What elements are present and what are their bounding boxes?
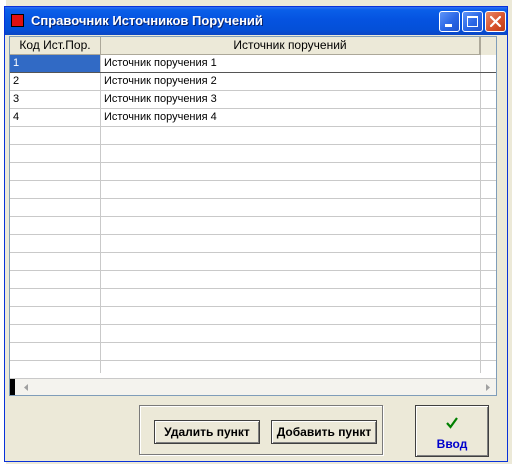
empty-row[interactable] [10,217,496,235]
empty-row[interactable] [10,289,496,307]
table-row[interactable]: 4 Источник поручения 4 [10,109,496,127]
add-item-button[interactable]: Добавить пункт [271,420,377,444]
actions-group: Удалить пункт Добавить пункт [139,405,383,455]
minimize-icon [445,24,452,27]
scroll-right-button[interactable] [479,379,496,395]
close-icon [489,15,502,28]
table-row[interactable]: 1 Источник поручения 1 [10,55,496,73]
empty-row[interactable] [10,361,496,379]
empty-row[interactable] [10,145,496,163]
cell-code[interactable]: 3 [10,91,100,108]
empty-row[interactable] [10,325,496,343]
chevron-left-icon [24,384,28,391]
cell-code[interactable]: 1 [10,55,100,72]
minimize-button[interactable] [439,11,460,32]
table-row[interactable]: 2 Источник поручения 2 [10,73,496,91]
checkmark-icon [446,417,458,429]
cell-code[interactable]: 4 [10,109,100,126]
empty-row[interactable] [10,253,496,271]
enter-button-label: Ввод [436,437,468,451]
empty-row[interactable] [10,181,496,199]
scroll-left-button[interactable] [18,379,35,395]
cell-code[interactable]: 2 [10,73,100,90]
empty-row[interactable] [10,235,496,253]
empty-row[interactable] [10,307,496,325]
empty-row[interactable] [10,343,496,361]
empty-row[interactable] [10,271,496,289]
delete-item-button[interactable]: Удалить пункт [154,420,260,444]
cell-source[interactable]: Источник поручения 1 [101,55,480,72]
scroll-thumb[interactable] [10,379,15,395]
enter-button[interactable]: Ввод [415,405,489,457]
column-header-source[interactable]: Источник поручений [101,37,480,55]
window-title: Справочник Источников Поручений [31,13,263,28]
chevron-right-icon [486,384,490,391]
horizontal-scrollbar[interactable] [10,379,496,395]
column-header-code[interactable]: Код Ист.Пор. [10,37,101,55]
cell-source[interactable]: Источник поручения 3 [101,91,480,108]
vertical-scrollbar-top[interactable] [480,37,496,55]
sources-grid[interactable]: Код Ист.Пор. Источник поручений 1 Источн… [9,36,497,396]
maximize-icon [467,16,478,27]
cell-source[interactable]: Источник поручения 2 [101,73,480,90]
cell-source[interactable]: Источник поручения 4 [101,109,480,126]
title-bar[interactable]: Справочник Источников Поручений [5,7,507,35]
reference-window: Справочник Источников Поручений Код Ист.… [4,6,508,462]
app-icon [11,14,24,27]
empty-row[interactable] [10,127,496,145]
empty-row[interactable] [10,199,496,217]
empty-row[interactable] [10,163,496,181]
close-button[interactable] [485,11,506,32]
maximize-button[interactable] [462,11,483,32]
table-row[interactable]: 3 Источник поручения 3 [10,91,496,109]
